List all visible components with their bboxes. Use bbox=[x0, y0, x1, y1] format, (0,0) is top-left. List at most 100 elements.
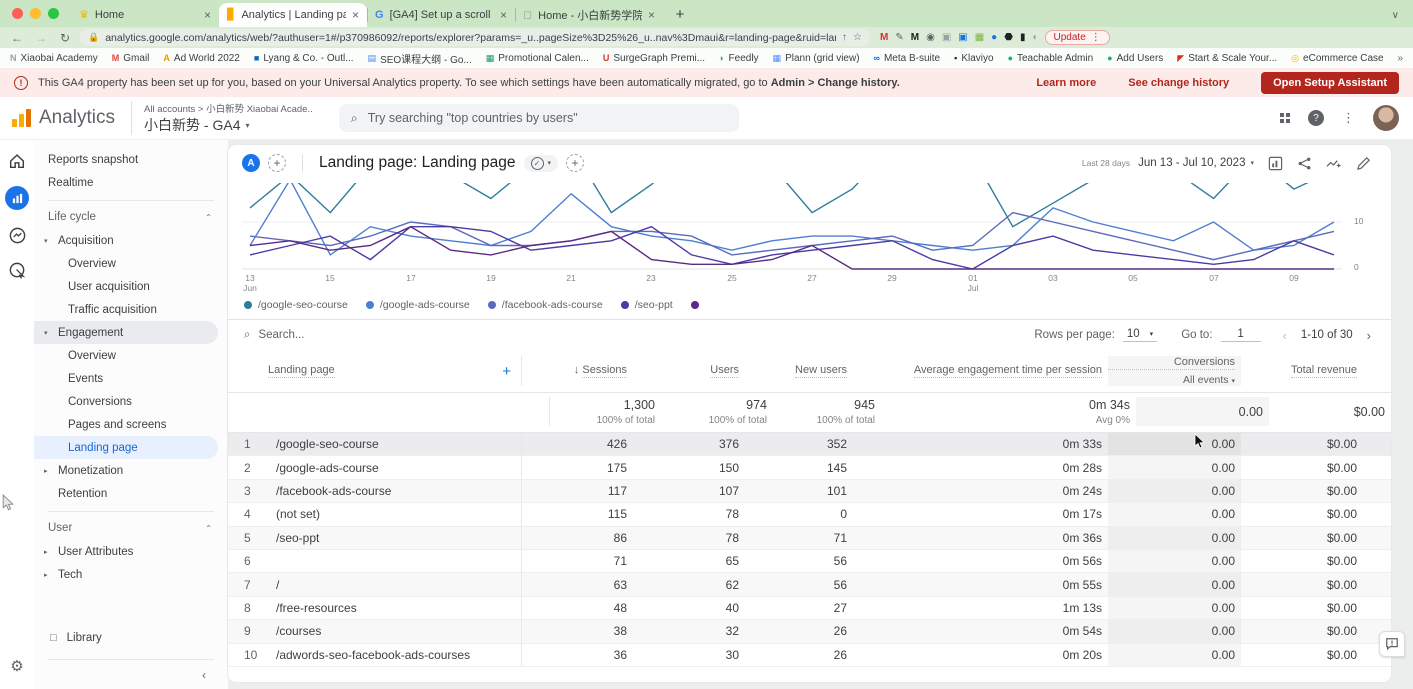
advertising-icon[interactable] bbox=[8, 261, 27, 280]
bookmark-item[interactable]: ◗Feedly bbox=[719, 51, 758, 66]
more-options-icon[interactable]: ⋮ bbox=[1342, 110, 1355, 126]
dark-ext-icon[interactable]: ▮ bbox=[1020, 33, 1026, 43]
table-row[interactable]: 7/6362560m 55s0.00$0.00 bbox=[228, 573, 1391, 596]
table-row[interactable]: 3/facebook-ads-course1171071010m 24s0.00… bbox=[228, 480, 1391, 503]
sidebar-item-realtime[interactable]: Realtime bbox=[34, 171, 218, 194]
table-row[interactable]: 1/google-seo-course4263763520m 33s0.00$0… bbox=[228, 433, 1391, 456]
expand-arrow-icon[interactable]: ▾ bbox=[44, 329, 48, 337]
bookmark-item[interactable]: ●Add Users bbox=[1107, 51, 1163, 66]
landing-page-cell[interactable]: /courses bbox=[268, 624, 521, 638]
admin-gear-icon[interactable]: ⚙ bbox=[10, 657, 23, 675]
help-icon[interactable]: ? bbox=[1308, 110, 1324, 126]
camera-ext-icon[interactable]: ◉ bbox=[926, 33, 935, 43]
sidebar-item-monetization[interactable]: ▸Monetization bbox=[34, 459, 218, 482]
date-range-picker[interactable]: Jun 13 - Jul 10, 2023▾ bbox=[1138, 157, 1254, 169]
sidebar-item-user-acquisition[interactable]: User acquisition bbox=[34, 275, 218, 298]
segment-a-badge[interactable]: A bbox=[242, 154, 260, 172]
dimension-filter-chip[interactable]: ✓▾ bbox=[524, 155, 559, 172]
next-page-icon[interactable]: › bbox=[1363, 328, 1375, 343]
insights-icon[interactable] bbox=[1326, 156, 1342, 171]
expand-arrow-icon[interactable]: ▸ bbox=[44, 467, 48, 475]
col-avg-engagement[interactable]: Average engagement time per session bbox=[914, 364, 1102, 378]
close-window-icon[interactable] bbox=[12, 8, 23, 19]
sidebar-item-reports-snapshot[interactable]: Reports snapshot bbox=[34, 148, 218, 171]
bookmark-item[interactable]: ◎eCommerce Case... bbox=[1291, 51, 1383, 66]
bookmark-item[interactable]: NXiaobai Academy bbox=[10, 51, 98, 66]
close-tab-icon[interactable]: × bbox=[204, 8, 211, 22]
bookmark-item[interactable]: AAd World 2022 bbox=[163, 51, 239, 66]
sidebar-item-pages-and-screens[interactable]: Pages and screens bbox=[34, 413, 218, 436]
landing-page-cell[interactable]: /adwords-seo-facebook-ads-courses bbox=[268, 648, 521, 662]
bookmark-item[interactable]: ▦Promotional Calen... bbox=[486, 51, 589, 66]
bookmark-item[interactable]: ▤SEO课程大纲 - Go... bbox=[368, 51, 472, 66]
col-users[interactable]: Users bbox=[710, 364, 739, 378]
landing-page-cell[interactable]: /facebook-ads-course bbox=[268, 484, 521, 498]
browser-menu-icon[interactable]: ⋮ bbox=[1091, 32, 1101, 43]
blue-ext-icon[interactable]: ▣ bbox=[958, 33, 967, 43]
bookmark-item[interactable]: ▦Plann (grid view) bbox=[773, 51, 860, 66]
bookmark-star-icon[interactable]: ☆ bbox=[853, 32, 862, 43]
table-row[interactable]: 2/google-ads-course1751501450m 28s0.00$0… bbox=[228, 456, 1391, 479]
add-dimension-icon[interactable]: + bbox=[502, 363, 521, 380]
table-row[interactable]: 67165560m 56s0.00$0.00 bbox=[228, 550, 1391, 573]
table-row[interactable]: 10/adwords-seo-facebook-ads-courses36302… bbox=[228, 644, 1391, 667]
landing-page-cell[interactable]: /seo-ppt bbox=[268, 531, 521, 545]
table-row[interactable]: 8/free-resources4840271m 13s0.00$0.00 bbox=[228, 597, 1391, 620]
table-row[interactable]: 5/seo-ppt8678710m 36s0.00$0.00 bbox=[228, 527, 1391, 550]
puzzle-ext-icon[interactable]: ⬣ bbox=[1004, 33, 1013, 43]
collapse-sidebar-button[interactable]: ‹ bbox=[48, 659, 214, 689]
close-tab-icon[interactable]: × bbox=[352, 8, 359, 22]
bookmark-item[interactable]: MGmail bbox=[112, 51, 150, 66]
col-sessions[interactable]: Sessions bbox=[582, 364, 627, 378]
share-icon[interactable]: ↑ bbox=[842, 32, 847, 43]
bookmarks-overflow-icon[interactable]: » bbox=[1397, 53, 1403, 64]
sidebar-item-landing-page[interactable]: Landing page bbox=[34, 436, 218, 459]
landing-page-cell[interactable]: /google-ads-course bbox=[268, 461, 521, 475]
see-change-history-link[interactable]: See change history bbox=[1128, 77, 1229, 89]
table-row[interactable]: 4(not set)1157800m 17s0.00$0.00 bbox=[228, 503, 1391, 526]
bookmark-item[interactable]: ◤Start & Scale Your... bbox=[1177, 51, 1277, 66]
landing-page-cell[interactable]: /google-seo-course bbox=[268, 437, 521, 451]
conversions-event-select[interactable]: All events ▾ bbox=[1108, 374, 1235, 386]
bookmark-item[interactable]: ■Lyang & Co. - Outl... bbox=[254, 51, 354, 66]
prev-page-icon[interactable]: ‹ bbox=[1279, 328, 1291, 343]
sidebar-item-conversions[interactable]: Conversions bbox=[34, 390, 218, 413]
gray-ext-icon[interactable]: ▣ bbox=[942, 33, 951, 43]
browser-tab[interactable]: ▊Analytics | Landing page: Land× bbox=[219, 3, 367, 27]
feedback-button[interactable] bbox=[1379, 631, 1405, 657]
forward-button[interactable]: → bbox=[32, 31, 50, 45]
new-tab-button[interactable]: + bbox=[669, 3, 691, 25]
search-input[interactable]: ⌕ Try searching "top countries by users" bbox=[339, 104, 739, 132]
browser-tab[interactable]: ◻Home - 小白新势学院× bbox=[515, 3, 663, 27]
expand-arrow-icon[interactable]: ▸ bbox=[44, 548, 48, 556]
sidebar-item-acquisition[interactable]: ▾Acquisition bbox=[34, 229, 218, 252]
collapse-chevron-icon[interactable]: ⌃ bbox=[205, 213, 212, 222]
customize-chart-icon[interactable] bbox=[1268, 156, 1283, 171]
profile-ext-icon[interactable]: ◐ bbox=[1032, 33, 1038, 43]
bookmark-item[interactable]: ●Teachable Admin bbox=[1008, 51, 1094, 66]
table-search-input[interactable]: ⌕ Search... bbox=[244, 329, 304, 342]
sidebar-item-events[interactable]: Events bbox=[34, 367, 218, 390]
green-ext-icon[interactable]: ▦ bbox=[975, 33, 984, 43]
rows-per-page-select[interactable]: 10▾ bbox=[1123, 328, 1157, 342]
pen-ext-icon[interactable]: ✎ bbox=[895, 33, 903, 43]
sidebar-section-user[interactable]: User⌃ bbox=[34, 516, 228, 540]
minimize-window-icon[interactable] bbox=[30, 8, 41, 19]
open-setup-assistant-button[interactable]: Open Setup Assistant bbox=[1261, 72, 1399, 94]
url-bar[interactable]: 🔒 analytics.google.com/analytics/web/?au… bbox=[80, 29, 870, 46]
expand-arrow-icon[interactable]: ▸ bbox=[44, 571, 48, 579]
m-ext-icon[interactable]: M bbox=[911, 33, 919, 43]
goto-page-input[interactable]: 1 bbox=[1221, 328, 1261, 342]
landing-page-cell[interactable]: (not set) bbox=[268, 507, 521, 521]
close-tab-icon[interactable]: × bbox=[500, 8, 507, 22]
sidebar-item-overview[interactable]: Overview bbox=[34, 344, 218, 367]
table-row[interactable]: 9/courses3832260m 54s0.00$0.00 bbox=[228, 620, 1391, 643]
reload-button[interactable]: ↻ bbox=[56, 31, 74, 45]
col-conversions[interactable]: Conversions bbox=[1108, 356, 1235, 370]
learn-more-link[interactable]: Learn more bbox=[1036, 77, 1096, 89]
share-report-icon[interactable] bbox=[1297, 156, 1312, 171]
col-new-users[interactable]: New users bbox=[795, 364, 847, 378]
gmail-ext-icon[interactable]: M bbox=[880, 33, 888, 43]
landing-page-cell[interactable]: /free-resources bbox=[268, 601, 521, 615]
apps-grid-icon[interactable] bbox=[1280, 113, 1290, 123]
